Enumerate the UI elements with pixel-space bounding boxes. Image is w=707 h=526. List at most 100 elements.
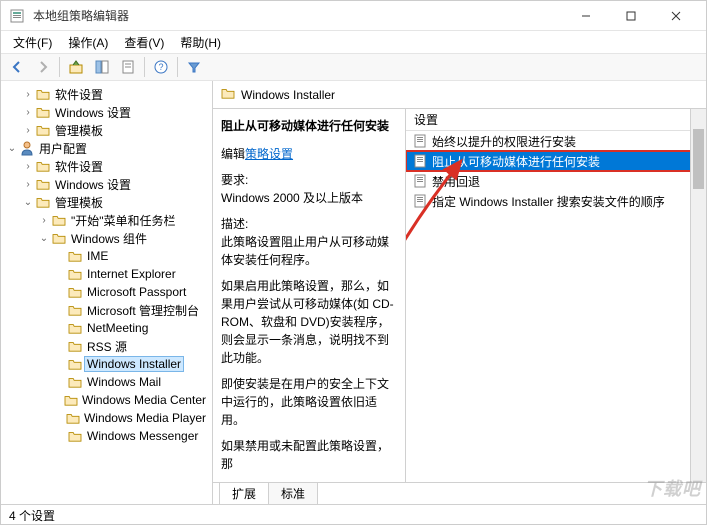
help-button[interactable]: ? bbox=[149, 55, 173, 79]
folder-icon bbox=[35, 86, 51, 102]
folder-icon bbox=[35, 158, 51, 174]
filter-button[interactable] bbox=[182, 55, 206, 79]
menu-file[interactable]: 文件(F) bbox=[5, 32, 60, 53]
menu-view[interactable]: 查看(V) bbox=[116, 32, 172, 53]
expander-icon[interactable]: › bbox=[21, 125, 35, 136]
tree-item[interactable]: ⌄用户配置 bbox=[1, 139, 212, 157]
folder-icon bbox=[67, 374, 83, 390]
folder-icon bbox=[67, 320, 83, 336]
tree-item-label: IME bbox=[85, 249, 110, 263]
expander-icon[interactable]: ⌄ bbox=[5, 143, 19, 154]
forward-button[interactable] bbox=[31, 55, 55, 79]
setting-label: 指定 Windows Installer 搜索安装文件的顺序 bbox=[432, 193, 665, 210]
back-button[interactable] bbox=[5, 55, 29, 79]
folder-icon bbox=[67, 284, 83, 300]
policy-icon bbox=[412, 153, 428, 169]
edit-policy-link[interactable]: 策略设置 bbox=[245, 147, 293, 161]
tree-item[interactable]: ⌄管理模板 bbox=[1, 193, 212, 211]
tree-item[interactable]: Microsoft Passport bbox=[1, 283, 212, 301]
tree-item-label: Windows Messenger bbox=[85, 429, 200, 443]
description-p3: 即使安装是在用户的安全上下文中运行的，此策略设置依旧适用。 bbox=[221, 375, 397, 429]
tree-item-label: Internet Explorer bbox=[85, 267, 178, 281]
setting-label: 禁用回退 bbox=[432, 173, 480, 190]
tree-panel[interactable]: ›软件设置›Windows 设置›管理模板⌄用户配置›软件设置›Windows … bbox=[1, 81, 213, 504]
tree-item-label: Windows Mail bbox=[85, 375, 163, 389]
expander-icon[interactable]: › bbox=[37, 215, 51, 226]
description-label: 描述: bbox=[221, 217, 248, 231]
expander-icon[interactable]: ⌄ bbox=[37, 233, 51, 244]
detail-title: 阻止从可移动媒体进行任何安装 bbox=[221, 117, 397, 135]
tree-item[interactable]: NetMeeting bbox=[1, 319, 212, 337]
setting-item[interactable]: 指定 Windows Installer 搜索安装文件的顺序 bbox=[406, 191, 706, 211]
settings-column-header[interactable]: 设置 bbox=[406, 109, 706, 131]
tree-item[interactable]: Windows Mail bbox=[1, 373, 212, 391]
tree-item-label: Windows 设置 bbox=[53, 104, 133, 121]
tree-item-label: 软件设置 bbox=[53, 158, 105, 175]
scrollbar-vertical[interactable] bbox=[690, 109, 706, 482]
show-hide-tree-button[interactable] bbox=[90, 55, 114, 79]
content-area: ›软件设置›Windows 设置›管理模板⌄用户配置›软件设置›Windows … bbox=[1, 81, 706, 504]
expander-icon[interactable]: › bbox=[21, 107, 35, 118]
tree-item[interactable]: › 软件设置 bbox=[1, 157, 212, 175]
tab-extended[interactable]: 扩展 bbox=[219, 482, 269, 504]
folder-icon bbox=[221, 87, 235, 102]
tree-item[interactable]: Microsoft 管理控制台 bbox=[1, 301, 212, 319]
minimize-button[interactable] bbox=[563, 1, 608, 31]
menu-action[interactable]: 操作(A) bbox=[60, 32, 116, 53]
tree-item[interactable]: › 管理模板 bbox=[1, 121, 212, 139]
tree-item[interactable]: › Windows 设置 bbox=[1, 175, 212, 193]
maximize-button[interactable] bbox=[608, 1, 653, 31]
folder-icon bbox=[35, 194, 51, 210]
expander-icon[interactable]: › bbox=[21, 179, 35, 190]
settings-list: 始终以提升的权限进行安装阻止从可移动媒体进行任何安装禁用回退指定 Windows… bbox=[406, 131, 706, 211]
tree-item[interactable]: RSS 源 bbox=[1, 337, 212, 355]
tree-item-label: Windows Installer bbox=[85, 357, 183, 371]
tree-item[interactable]: ›"开始"菜单和任务栏 bbox=[1, 211, 212, 229]
tree-item-label: Windows 组件 bbox=[69, 230, 149, 247]
right-header: Windows Installer bbox=[213, 81, 706, 109]
tree-item[interactable]: › Windows 设置 bbox=[1, 103, 212, 121]
tree-item-label: Microsoft Passport bbox=[85, 285, 188, 299]
status-text: 4 个设置 bbox=[9, 507, 55, 524]
tree-item[interactable]: Windows Media Player bbox=[1, 409, 212, 427]
setting-item[interactable]: 阻止从可移动媒体进行任何安装 bbox=[406, 151, 706, 171]
window-title: 本地组策略编辑器 bbox=[33, 7, 563, 24]
tree-item-label: Windows 设置 bbox=[53, 176, 133, 193]
tree-item[interactable]: ⌄ Windows 组件 bbox=[1, 229, 212, 247]
tree-item[interactable]: ›软件设置 bbox=[1, 85, 212, 103]
setting-item[interactable]: 禁用回退 bbox=[406, 171, 706, 191]
settings-panel[interactable]: 设置 始终以提升的权限进行安装阻止从可移动媒体进行任何安装禁用回退指定 Wind… bbox=[406, 109, 706, 482]
detail-panel[interactable]: 阻止从可移动媒体进行任何安装 编辑策略设置 要求:Windows 2000 及以… bbox=[213, 109, 406, 482]
tree-item[interactable]: Internet Explorer bbox=[1, 265, 212, 283]
expander-icon[interactable]: › bbox=[21, 161, 35, 172]
description-p1: 此策略设置阻止用户从可移动媒体安装任何程序。 bbox=[221, 235, 389, 267]
view-tabs: 扩展 标准 bbox=[213, 482, 706, 504]
menu-help[interactable]: 帮助(H) bbox=[172, 32, 229, 53]
edit-label: 编辑 bbox=[221, 147, 245, 161]
folder-icon bbox=[67, 302, 83, 318]
expander-icon[interactable]: ⌄ bbox=[21, 197, 35, 208]
folder-icon bbox=[67, 356, 83, 372]
tree-item[interactable]: IME bbox=[1, 247, 212, 265]
expander-icon[interactable]: › bbox=[21, 89, 35, 100]
folder-icon bbox=[67, 266, 83, 282]
folder-icon bbox=[67, 338, 83, 354]
right-body: 阻止从可移动媒体进行任何安装 编辑策略设置 要求:Windows 2000 及以… bbox=[213, 109, 706, 482]
tab-standard[interactable]: 标准 bbox=[268, 482, 318, 504]
tree-item[interactable]: Windows Messenger bbox=[1, 427, 212, 445]
tree-item[interactable]: Windows Media Center bbox=[1, 391, 212, 409]
tree-item-label: 管理模板 bbox=[53, 122, 105, 139]
properties-button[interactable] bbox=[116, 55, 140, 79]
folder-icon bbox=[67, 428, 83, 444]
policy-icon bbox=[412, 133, 428, 149]
setting-item[interactable]: 始终以提升的权限进行安装 bbox=[406, 131, 706, 151]
close-button[interactable] bbox=[653, 1, 698, 31]
folder-icon bbox=[64, 392, 78, 408]
tree-item[interactable]: Windows Installer bbox=[1, 355, 212, 373]
up-button[interactable] bbox=[64, 55, 88, 79]
user-icon bbox=[19, 140, 35, 156]
tree-item-label: RSS 源 bbox=[85, 338, 129, 355]
toolbar-separator bbox=[177, 57, 178, 77]
folder-icon bbox=[35, 122, 51, 138]
svg-text:?: ? bbox=[158, 62, 163, 72]
